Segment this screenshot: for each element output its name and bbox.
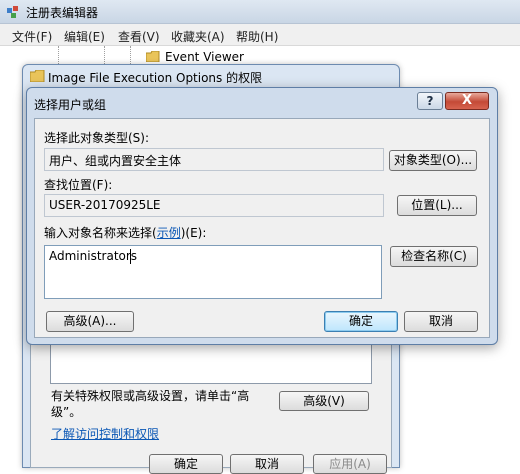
folder-icon	[146, 51, 160, 62]
menu-favorites[interactable]: 收藏夹(A)	[171, 28, 225, 45]
permissions-advanced-button[interactable]: 高级(V)	[279, 391, 369, 411]
registry-editor-icon	[7, 6, 18, 18]
menu-edit[interactable]: 编辑(E)	[64, 28, 105, 45]
check-names-button[interactable]: 检查名称(C)	[390, 246, 478, 267]
object-type-label: 选择此对象类型(S):	[44, 131, 150, 145]
registry-menu-bar: 文件(F) 编辑(E) 查看(V) 收藏夹(A) 帮助(H)	[0, 24, 520, 46]
object-type-field: 用户、组或内置安全主体	[44, 148, 384, 171]
permissions-advanced-note: 有关特殊权限或高级设置，请单击“高级”。	[51, 389, 250, 419]
registry-title-bar[interactable]: 注册表编辑器	[0, 0, 520, 24]
location-field: USER-20170925LE	[44, 194, 384, 217]
object-names-label: 输入对象名称来选择(示例)(E):	[44, 224, 206, 241]
menu-help[interactable]: 帮助(H)	[236, 28, 278, 45]
cancel-button[interactable]: 取消	[404, 311, 478, 332]
tree-item-event-viewer[interactable]: Event Viewer	[165, 50, 244, 64]
permissions-cancel-button[interactable]: 取消	[230, 454, 304, 474]
help-button[interactable]: ?	[417, 92, 443, 110]
location-label: 查找位置(F):	[44, 178, 113, 192]
advanced-button[interactable]: 高级(A)...	[46, 311, 134, 332]
object-names-input[interactable]: Administrators	[44, 245, 382, 299]
locations-button[interactable]: 位置(L)...	[397, 195, 477, 216]
text-caret	[130, 249, 131, 264]
folder-icon	[30, 70, 45, 82]
menu-file[interactable]: 文件(F)	[12, 28, 52, 45]
examples-link[interactable]: 示例	[157, 226, 181, 240]
close-button[interactable]: X	[445, 92, 489, 110]
registry-title: 注册表编辑器	[26, 6, 99, 20]
object-names-label-suffix: )(E):	[180, 226, 207, 240]
menu-view[interactable]: 查看(V)	[118, 28, 160, 45]
access-control-help-link[interactable]: 了解访问控制和权限	[51, 425, 159, 442]
select-users-dialog-title: 选择用户或组	[34, 98, 107, 112]
permissions-apply-button[interactable]: 应用(A)	[313, 454, 387, 474]
ok-button[interactable]: 确定	[324, 311, 398, 332]
object-names-label-prefix: 输入对象名称来选择(	[44, 226, 157, 240]
permissions-list[interactable]	[50, 340, 372, 384]
object-names-value: Administrators	[49, 249, 138, 263]
permissions-ok-button[interactable]: 确定	[149, 454, 223, 474]
permissions-dialog-title: Image File Execution Options 的权限	[48, 71, 263, 85]
object-types-button[interactable]: 对象类型(O)...	[389, 150, 477, 171]
